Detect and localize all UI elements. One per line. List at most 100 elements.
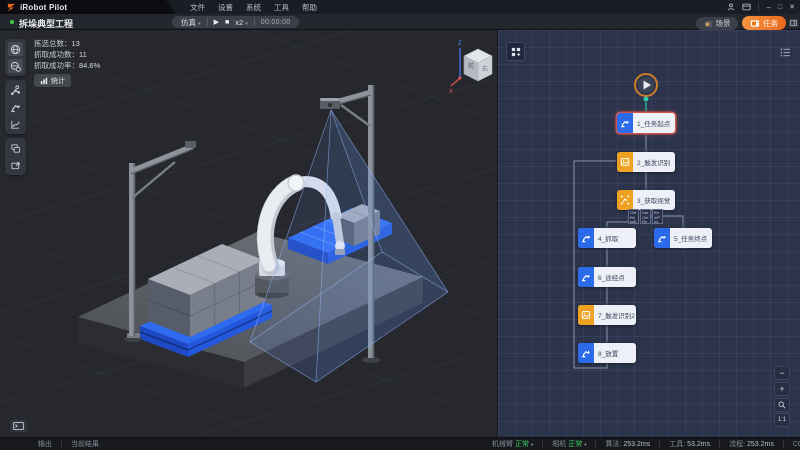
flow-node-task-end[interactable]: 5_任务终点 (654, 228, 712, 248)
trailing-clipped-text: CC (793, 441, 800, 448)
app-title: iRobot Pilot (20, 3, 67, 12)
cube-right-label: 右 (482, 65, 488, 73)
menu-system[interactable]: 系统 (246, 2, 261, 13)
tool-group-robot (5, 80, 26, 134)
speed-select[interactable]: x2 ▾ (235, 18, 248, 27)
pill-divider (207, 18, 208, 26)
console-button[interactable] (10, 420, 27, 432)
robot-node-icon (617, 113, 633, 133)
chevron-down-icon: ▾ (245, 21, 248, 27)
statistics-button[interactable]: 统计 (34, 74, 71, 87)
menu-bar: 文件 设置 系统 工具 帮助 (190, 0, 317, 14)
zoom-reset-button[interactable]: 1:1 (774, 413, 790, 427)
robot-status[interactable]: 机械臂 正常▾ (492, 439, 533, 449)
layout-icon[interactable] (742, 3, 751, 11)
robot-node-icon (654, 228, 670, 248)
status-bar: 输出 当前结果 机械臂 正常▾ 相机 正常▾ 算法: 253.2ms 工具: 5… (0, 437, 800, 450)
chevron-down-icon: ▾ (584, 442, 586, 447)
current-result-tab[interactable]: 当前结果 (71, 439, 99, 449)
window-controls: – □ ✕ (727, 0, 795, 14)
user-icon[interactable] (727, 3, 735, 11)
simulation-timer: 00:00:00 (261, 19, 291, 26)
start-port (644, 97, 649, 102)
orientation-gizmo[interactable]: Z X 前 右 (448, 36, 496, 94)
scene-icon (704, 20, 713, 28)
3d-viewport[interactable]: 拣选总数：13 抓取成功数：11 抓取成功率：84.6% 统计 Z (0, 30, 497, 437)
trajectory-chart-icon[interactable] (8, 117, 23, 131)
camera-status[interactable]: 相机 正常▾ (552, 439, 586, 449)
world-settings-icon[interactable] (8, 59, 23, 73)
tool-group-view (5, 39, 26, 76)
flow-node-task-start[interactable]: 1_任务起点 (617, 113, 675, 133)
flow-node-waypoint[interactable]: 6_途经点 (578, 267, 636, 287)
vision-node-icon (578, 305, 594, 325)
mode-select[interactable]: 仿真 ▾ (181, 17, 201, 28)
bar-chart-icon (40, 77, 48, 85)
branch-label-error-pos: ErrorPos (652, 209, 663, 224)
app-window: iRobot Pilot 文件 设置 系统 工具 帮助 – □ ✕ 拆垛典 (0, 0, 800, 450)
chevron-down-icon: ▾ (198, 21, 201, 27)
menu-help[interactable]: 帮助 (302, 2, 317, 13)
vision-node-icon (617, 152, 633, 172)
robot-arm-icon[interactable] (8, 100, 23, 114)
flow-node-get-vision[interactable]: 3_获取视觉 (617, 190, 675, 210)
task-tab-button[interactable]: 任务 (742, 16, 786, 30)
robot-node-icon (578, 343, 594, 363)
start-node[interactable] (635, 74, 657, 101)
logo-icon (7, 3, 16, 12)
camera-3d (320, 98, 340, 109)
layers-icon[interactable] (8, 141, 23, 155)
flow-connections (498, 30, 800, 437)
scene-tab-button[interactable]: 场景 (696, 17, 738, 30)
scan-node-icon (617, 190, 633, 210)
stat-success-count: 抓取成功数：11 (34, 49, 100, 60)
play-button[interactable]: ▶ (214, 18, 219, 26)
zoom-out-button[interactable]: − (774, 366, 790, 380)
status-divider (659, 441, 660, 448)
pill-divider (254, 18, 255, 26)
close-button[interactable]: ✕ (789, 3, 795, 11)
app-logo: iRobot Pilot (0, 0, 176, 14)
menu-file[interactable]: 文件 (190, 2, 205, 13)
algorithm-time: 算法: 253.2ms (605, 439, 650, 449)
tool-group-windows (5, 138, 26, 175)
joints-icon[interactable] (8, 83, 23, 97)
robot-node-icon (578, 267, 594, 287)
branch-label-not-get-result: NotGetResult (640, 209, 651, 224)
world-view-icon[interactable] (8, 42, 23, 56)
status-divider (719, 441, 720, 448)
flow-node-grab[interactable]: 4_抓取 (578, 228, 636, 248)
cube-front-label: 前 (468, 62, 474, 70)
z-axis-label: Z (458, 41, 462, 47)
viewport-toolbar (5, 39, 26, 175)
project-bar: 拆垛典型工程 仿真 ▾ ▶ ■ x2 ▾ 00:00:00 场景 (0, 14, 800, 30)
menu-settings[interactable]: 设置 (218, 2, 233, 13)
minimize-button[interactable]: – (766, 3, 770, 12)
status-divider (61, 441, 62, 448)
menu-tools[interactable]: 工具 (274, 2, 289, 13)
branch-label-get-result: GetResult (628, 209, 639, 224)
stop-button[interactable]: ■ (225, 19, 229, 26)
view-cube[interactable]: 前 右 (464, 49, 492, 81)
status-divider (542, 441, 543, 448)
console-icon (13, 422, 24, 430)
stat-total: 拣选总数：13 (34, 38, 100, 49)
flow-node-trigger-recognition[interactable]: 2_触发识别 (617, 152, 675, 172)
chevron-down-icon: ▾ (531, 442, 533, 447)
zoom-in-button[interactable]: + (774, 382, 790, 396)
magnifier-icon (778, 401, 786, 409)
3d-scene-canvas[interactable] (0, 30, 497, 437)
panel-toggle-button[interactable] (789, 19, 798, 27)
flow-node-place[interactable]: 8_放置 (578, 343, 636, 363)
zoom-search-button[interactable] (774, 398, 790, 412)
flow-node-trigger-recognition-2[interactable]: 7_触发识别2 (578, 305, 636, 325)
title-bar: iRobot Pilot 文件 设置 系统 工具 帮助 – □ ✕ (0, 0, 800, 14)
robot-node-icon (578, 228, 594, 248)
task-icon (750, 19, 760, 28)
project-status-dot (10, 20, 14, 24)
export-window-icon[interactable] (8, 158, 23, 172)
main-area: 拣选总数：13 抓取成功数：11 抓取成功率：84.6% 统计 Z (0, 30, 800, 437)
status-divider (595, 441, 596, 448)
maximize-button[interactable]: □ (778, 4, 782, 11)
output-tab[interactable]: 输出 (38, 439, 52, 449)
